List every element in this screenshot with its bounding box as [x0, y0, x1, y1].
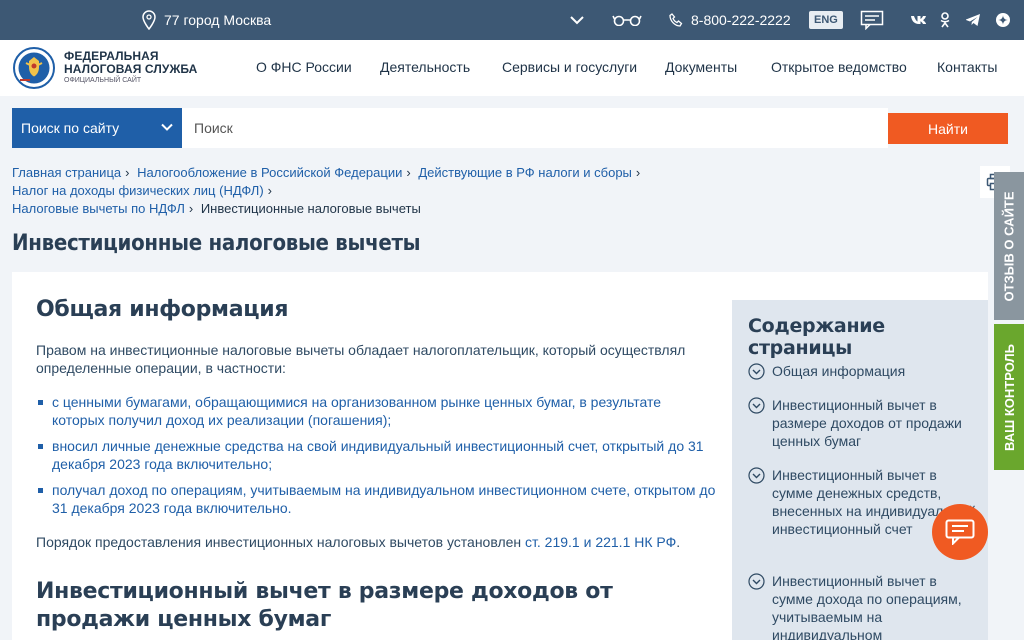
feedback-tab[interactable]: ОТЗЫВ О САЙТЕ — [994, 172, 1024, 320]
breadcrumb: Главная страница › Налогообложение в Росс… — [12, 164, 892, 218]
nav-activity[interactable]: Деятельность — [380, 59, 470, 75]
breadcrumb-ndfl[interactable]: Налог на доходы физических лиц (НДФЛ) — [12, 183, 264, 198]
nav-open-agency[interactable]: Открытое ведомство — [771, 59, 907, 75]
toc-item[interactable]: Инвестиционный вычет в сумме дохода по о… — [748, 572, 978, 640]
chat-button[interactable] — [932, 504, 988, 560]
location-label: 77 город Москва — [164, 12, 272, 28]
telegram-icon[interactable] — [965, 0, 981, 40]
feedback-icon[interactable] — [860, 0, 884, 40]
toc-item-label: Инвестиционный вычет в размере доходов о… — [772, 397, 962, 449]
chevron-right-icon: › — [267, 183, 273, 198]
control-tab[interactable]: ВАШ КОНТРОЛЬ — [994, 324, 1024, 470]
ok-icon[interactable] — [940, 0, 950, 40]
intro-text: Правом на инвестиционные налоговые вычет… — [36, 342, 686, 376]
chevron-right-icon: › — [406, 165, 411, 180]
toc-item[interactable]: Общая информация — [748, 362, 978, 380]
chevron-down-icon — [161, 123, 173, 131]
location-pin-icon — [142, 10, 156, 30]
breadcrumb-home[interactable]: Главная страница — [12, 165, 121, 180]
toc-item[interactable]: Инвестиционный вычет в размере доходов о… — [748, 396, 978, 450]
order-text: Порядок предоставления инвестиционных на… — [36, 533, 736, 551]
list-item: вносил личные денежные средства на свой … — [36, 437, 716, 473]
breadcrumb-deductions[interactable]: Налоговые вычеты по НДФЛ — [12, 201, 185, 216]
toc-title: Содержание страницы — [748, 315, 885, 359]
nav-services[interactable]: Сервисы и госуслуги — [502, 59, 637, 75]
phone-icon — [669, 13, 683, 27]
page-contents: Содержание страницы Общая информация Инв… — [732, 300, 988, 640]
chevron-right-icon: › — [635, 165, 641, 180]
section-title-general: Общая информация — [36, 297, 289, 322]
content-card: Общая информация Правом на инвестиционны… — [12, 272, 988, 640]
search-scope-select[interactable]: Поиск по сайту — [12, 108, 182, 148]
location-selector[interactable]: 77 город Москва — [142, 0, 271, 40]
top-bar: 77 город Москва 8-800-222-2222 ENG — [0, 0, 1024, 40]
search-input[interactable] — [182, 108, 888, 148]
breadcrumb-taxes[interactable]: Действующие в РФ налоги и сборы — [418, 165, 632, 180]
search-button[interactable]: Найти — [888, 113, 1008, 144]
nav-about[interactable]: О ФНС России — [256, 59, 352, 75]
nav-contacts[interactable]: Контакты — [937, 59, 997, 75]
toc-item-label: Общая информация — [772, 363, 906, 379]
list-item: получал доход по операциям, учитываемым … — [36, 481, 716, 517]
chevron-down-circle-icon — [748, 363, 765, 380]
site-logo[interactable]: ФЕДЕРАЛЬНАЯ НАЛОГОВАЯ СЛУЖБА ОФИЦИАЛЬНЫЙ… — [12, 46, 197, 90]
chevron-down-icon[interactable] — [570, 0, 584, 40]
feedback-tab-label: ОТЗЫВ О САЙТЕ — [1001, 190, 1017, 302]
control-tab-label: ВАШ КОНТРОЛЬ — [1001, 343, 1017, 451]
breadcrumb-taxation[interactable]: Налогообложение в Российской Федерации — [137, 165, 402, 180]
vk-icon[interactable] — [910, 0, 926, 40]
chevron-right-icon: › — [125, 165, 130, 180]
glasses-icon[interactable] — [612, 0, 642, 40]
section-title-securities: Инвестиционный вычет в размере доходов о… — [36, 579, 613, 632]
logo-line-3: ОФИЦИАЛЬНЫЙ САЙТ — [64, 77, 142, 84]
logo-line-2: НАЛОГОВАЯ СЛУЖБА — [64, 62, 198, 76]
phone-number: 8-800-222-2222 — [691, 12, 791, 28]
search-scope-label: Поиск по сайту — [21, 120, 120, 136]
fns-emblem-icon — [13, 47, 55, 89]
chat-icon — [945, 519, 975, 545]
site-header: ФЕДЕРАЛЬНАЯ НАЛОГОВАЯ СЛУЖБА ОФИЦИАЛЬНЫЙ… — [0, 40, 1024, 96]
nav-documents[interactable]: Документы — [665, 59, 737, 75]
order-text-end: . — [676, 534, 681, 550]
breadcrumb-current: Инвестиционные налоговые вычеты — [200, 201, 421, 216]
chevron-right-icon: › — [188, 201, 194, 216]
chevron-down-circle-icon — [748, 467, 765, 484]
chevron-down-circle-icon — [748, 397, 765, 414]
toc-item-label: Инвестиционный вычет в сумме дохода по о… — [772, 573, 962, 640]
law-link[interactable]: ст. 219.1 и 221.1 НК РФ — [525, 534, 676, 550]
list-item: с ценными бумагами, обращающимися на орг… — [36, 393, 716, 429]
dzen-icon[interactable] — [995, 0, 1011, 40]
phone-link[interactable]: 8-800-222-2222 — [669, 0, 791, 40]
language-switch[interactable]: ENG — [809, 11, 843, 29]
page-title: Инвестиционные налоговые вычеты — [12, 231, 421, 256]
chevron-down-circle-icon — [748, 573, 765, 590]
order-text-body: Порядок предоставления инвестиционных на… — [36, 534, 522, 550]
